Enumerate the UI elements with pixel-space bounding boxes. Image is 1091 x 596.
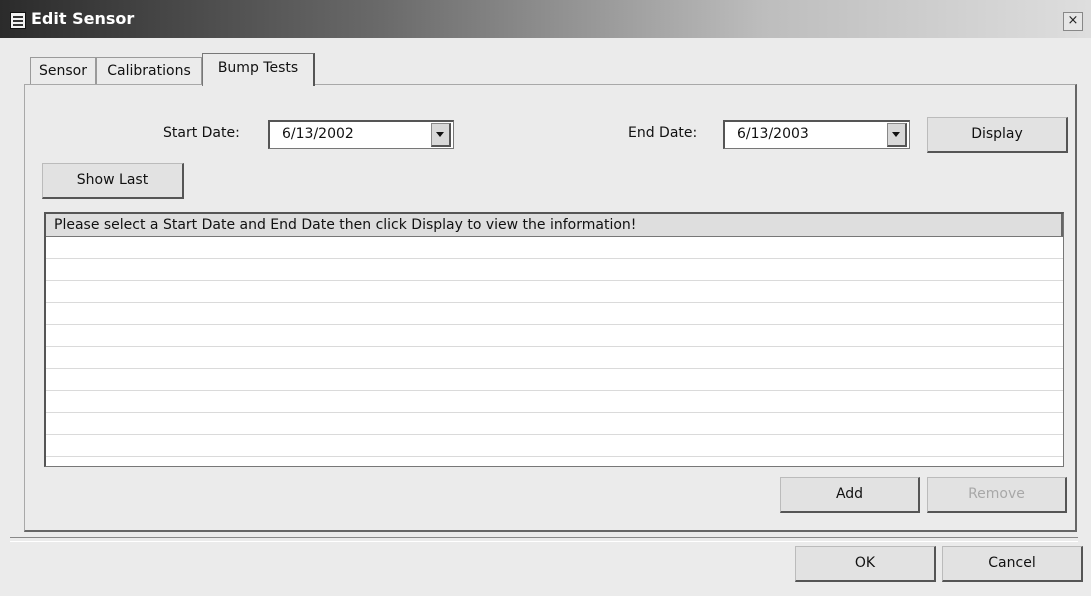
- table-row[interactable]: [46, 391, 1063, 413]
- window-title: Edit Sensor: [31, 9, 135, 28]
- show-last-button[interactable]: Show Last: [42, 163, 184, 199]
- chevron-down-icon[interactable]: [431, 123, 451, 147]
- end-date-dropdown[interactable]: 6/13/2003: [723, 120, 910, 149]
- app-icon: [10, 12, 26, 29]
- end-date-value: 6/13/2003: [737, 126, 809, 142]
- chevron-down-icon[interactable]: [887, 123, 907, 147]
- table-row[interactable]: [46, 237, 1063, 259]
- table-row[interactable]: [46, 413, 1063, 435]
- cancel-button[interactable]: Cancel: [942, 546, 1083, 582]
- table-row[interactable]: [46, 369, 1063, 391]
- table-row[interactable]: [46, 259, 1063, 281]
- table-row[interactable]: [46, 303, 1063, 325]
- add-button[interactable]: Add: [780, 477, 920, 513]
- table-row[interactable]: [46, 325, 1063, 347]
- table-header-message: Please select a Start Date and End Date …: [46, 214, 1063, 237]
- start-date-dropdown[interactable]: 6/13/2002: [268, 120, 454, 149]
- remove-button[interactable]: Remove: [927, 477, 1067, 513]
- tab-bump-tests[interactable]: Bump Tests: [202, 53, 315, 86]
- table-row[interactable]: [46, 435, 1063, 457]
- close-icon: ×: [1067, 13, 1079, 28]
- start-date-label: Start Date:: [163, 125, 240, 141]
- close-button[interactable]: ×: [1063, 12, 1083, 31]
- bump-tests-table[interactable]: Please select a Start Date and End Date …: [44, 212, 1064, 467]
- table-row[interactable]: [46, 347, 1063, 369]
- tab-sensor[interactable]: Sensor: [30, 57, 96, 85]
- table-row[interactable]: [46, 281, 1063, 303]
- tab-calibrations[interactable]: Calibrations: [96, 57, 202, 85]
- end-date-label: End Date:: [628, 125, 698, 141]
- separator: [10, 537, 1078, 542]
- edit-sensor-dialog: Edit Sensor × Sensor Calibrations Bump T…: [0, 0, 1091, 596]
- ok-button[interactable]: OK: [795, 546, 936, 582]
- display-button[interactable]: Display: [927, 117, 1068, 153]
- start-date-value: 6/13/2002: [282, 126, 354, 142]
- title-bar[interactable]: Edit Sensor ×: [0, 0, 1091, 38]
